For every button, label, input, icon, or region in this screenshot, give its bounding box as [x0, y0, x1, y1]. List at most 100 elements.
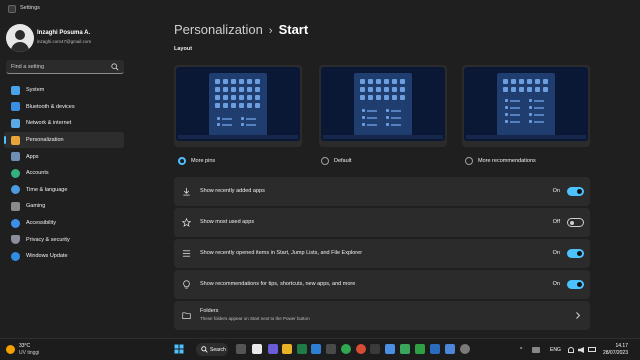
sidebar-item-accounts[interactable]: Accounts — [4, 165, 124, 182]
whatsapp-icon[interactable] — [341, 344, 351, 354]
sidebar-item-time-language[interactable]: Time & language — [4, 182, 124, 199]
sidebar-item-network[interactable]: Network & internet — [4, 115, 124, 132]
sidebar-item-windows-update[interactable]: Windows Update — [4, 248, 124, 265]
setting-recently-added-apps[interactable]: Show recently added apps On — [174, 177, 590, 206]
search-icon[interactable] — [111, 63, 119, 71]
vscode-icon[interactable] — [311, 344, 321, 354]
setting-description: These folders appear on Start next to th… — [200, 316, 310, 321]
radio-more-pins[interactable]: More pins — [178, 157, 215, 165]
setting-most-used-apps[interactable]: Show most used apps Off — [174, 208, 590, 237]
search-box[interactable] — [6, 60, 124, 74]
toggle-switch[interactable] — [567, 187, 584, 196]
app-icon[interactable] — [430, 344, 440, 354]
layout-section-title: Layout — [174, 46, 193, 52]
radio-default[interactable]: Default — [321, 157, 351, 165]
wifi-icon[interactable] — [568, 347, 574, 353]
radio-button[interactable] — [178, 157, 186, 165]
radio-button[interactable] — [321, 157, 329, 165]
sidebar-item-privacy[interactable]: Privacy & security — [4, 231, 124, 248]
toggle-state-label: On — [552, 281, 560, 287]
lightbulb-icon — [183, 280, 190, 289]
weather-temperature[interactable]: 33°C — [19, 343, 30, 349]
chat-app-icon[interactable] — [252, 344, 262, 354]
sidebar-nav: System Bluetooth & devices Network & int… — [4, 82, 124, 265]
sidebar-item-label: Gaming — [26, 203, 46, 210]
person-icon — [11, 168, 20, 178]
list-icon — [182, 250, 191, 257]
radio-label: More pins — [191, 158, 216, 164]
sidebar-item-label: Windows Update — [26, 253, 68, 260]
clock-date[interactable]: 28/07/2023 — [603, 350, 628, 356]
bluetooth-icon — [11, 102, 20, 112]
volume-icon[interactable] — [578, 347, 584, 353]
settings-window: Settings Inzaghi Posuma A. inzaghi.com47… — [0, 0, 640, 338]
radio-more-recommendations[interactable]: More recommendations — [465, 157, 536, 165]
sidebar-item-label: Bluetooth & devices — [26, 103, 75, 110]
update-icon — [11, 251, 20, 261]
sidebar-item-label: Privacy & security — [26, 236, 70, 243]
sidebar-item-label: Accounts — [26, 170, 49, 177]
sidebar-item-system[interactable]: System — [4, 82, 124, 99]
sidebar-item-label: Personalization — [26, 137, 64, 144]
sidebar-item-gaming[interactable]: Gaming — [4, 198, 124, 215]
teams-icon[interactable] — [268, 344, 278, 354]
avatar — [6, 24, 34, 52]
accessibility-icon — [11, 218, 20, 228]
toggle-switch[interactable] — [567, 249, 584, 258]
taskbar-search-label: Search — [210, 347, 226, 353]
battery-icon[interactable] — [588, 347, 596, 352]
app-icon[interactable] — [445, 344, 455, 354]
line-app-icon[interactable] — [415, 344, 425, 354]
tray-chevron-up-icon[interactable]: ^ — [520, 347, 522, 353]
layout-preview-more-recommendations[interactable] — [462, 65, 590, 147]
windows-start-icon[interactable] — [174, 344, 184, 354]
sidebar-item-apps[interactable]: Apps — [4, 148, 124, 165]
layout-preview-more-pins[interactable] — [174, 65, 302, 147]
app-icon[interactable] — [326, 344, 336, 354]
shield-icon — [11, 235, 20, 245]
onedrive-icon[interactable] — [532, 347, 540, 353]
app-icon[interactable] — [385, 344, 395, 354]
file-explorer-icon[interactable] — [282, 344, 292, 354]
taskbar-search[interactable]: Search — [196, 343, 228, 356]
excel-icon[interactable] — [297, 344, 307, 354]
setting-recommendations[interactable]: Show recommendations for tips, shortcuts… — [174, 270, 590, 299]
app-icon[interactable] — [400, 344, 410, 354]
radio-label: Default — [334, 158, 352, 164]
setting-label: Show recently opened items in Start, Jum… — [200, 250, 363, 256]
chrome-icon[interactable] — [356, 344, 366, 354]
sidebar-item-label: Accessibility — [26, 220, 56, 227]
star-icon — [182, 218, 191, 227]
toggle-switch[interactable] — [567, 280, 584, 289]
sidebar-item-personalization[interactable]: Personalization — [4, 131, 124, 149]
gamepad-icon — [11, 201, 20, 211]
window-title: Settings — [20, 5, 40, 11]
breadcrumb: Personalization › Start — [174, 22, 308, 37]
taskbar: 33°C UV tinggi Search ^ ENG 14.17 28/07/… — [0, 338, 640, 360]
user-profile[interactable]: Inzaghi Posuma A. inzaghi.com47@gmail.co… — [6, 24, 126, 54]
breadcrumb-parent[interactable]: Personalization — [174, 22, 263, 37]
page-title: Start — [278, 22, 309, 37]
radio-button[interactable] — [465, 157, 473, 165]
setting-label: Show recommendations for tips, shortcuts… — [200, 281, 356, 287]
download-icon — [183, 187, 190, 196]
setting-recently-opened-items[interactable]: Show recently opened items in Start, Jum… — [174, 239, 590, 268]
settings-gear-icon[interactable] — [460, 344, 470, 354]
weather-condition[interactable]: UV tinggi — [19, 350, 39, 356]
sidebar-item-bluetooth[interactable]: Bluetooth & devices — [4, 99, 124, 116]
search-input[interactable] — [11, 62, 107, 72]
clock-time[interactable]: 14.17 — [615, 343, 628, 349]
sidebar-item-label: Network & internet — [26, 120, 72, 127]
language-indicator[interactable]: ENG — [550, 347, 561, 353]
weather-sun-icon[interactable] — [6, 345, 15, 354]
layout-preview-default[interactable] — [319, 65, 447, 147]
toggle-switch[interactable] — [567, 218, 584, 227]
user-email: inzaghi.com47@gmail.com — [37, 39, 92, 44]
app-icon[interactable] — [370, 344, 380, 354]
sidebar-item-label: Time & language — [26, 186, 68, 193]
monitor-icon — [11, 85, 20, 95]
task-view-icon[interactable] — [236, 344, 246, 354]
sidebar-item-accessibility[interactable]: Accessibility — [4, 215, 124, 232]
folder-icon — [182, 312, 191, 320]
setting-folders[interactable]: Folders These folders appear on Start ne… — [174, 301, 590, 330]
